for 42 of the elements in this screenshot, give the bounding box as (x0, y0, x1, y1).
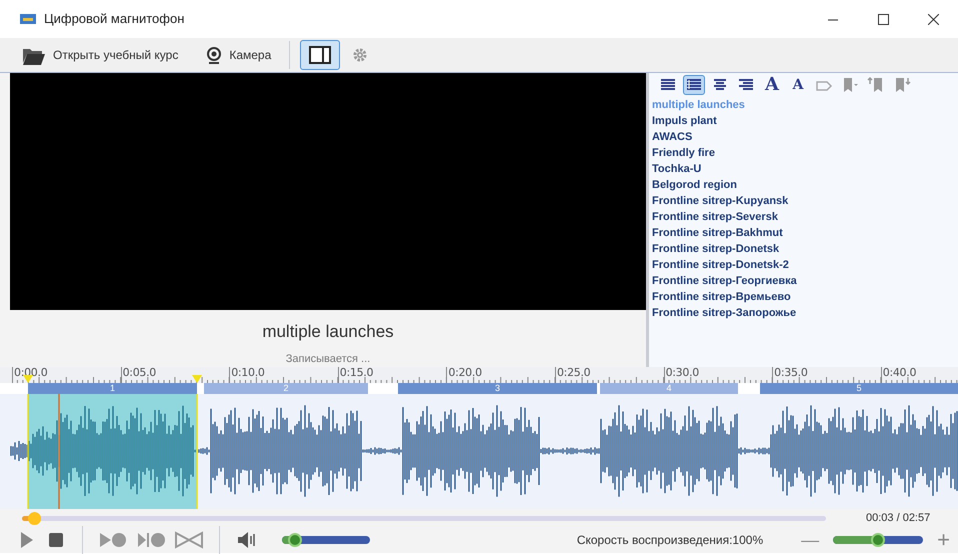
phrase-item[interactable]: Frontline sitrep-Donetsk-2 (649, 257, 958, 273)
selection-marker-icon[interactable] (23, 375, 33, 383)
phrase-item[interactable]: Friendly fire (649, 145, 958, 161)
bookmark-down-icon (893, 76, 911, 94)
webcam-icon (206, 46, 222, 64)
close-icon (928, 14, 938, 24)
window-title: Цифровой магнитофон (44, 10, 184, 28)
phrase-item[interactable]: Impuls plant (649, 113, 958, 129)
volume-thumb[interactable] (288, 533, 302, 547)
phrase-item[interactable]: Frontline sitrep-Запорожье (649, 305, 958, 321)
caption-text: multiple launches (261, 321, 395, 343)
join-button[interactable] (175, 529, 203, 551)
layout-toggle[interactable] (300, 40, 340, 70)
phrase-item[interactable]: Frontline sitrep-Kupyansk (649, 193, 958, 209)
phrase-item[interactable]: Frontline sitrep-Donetsk (649, 241, 958, 257)
phrase-item[interactable]: Frontline sitrep-Seversk (649, 209, 958, 225)
phrase-item[interactable]: Frontline sitrep-Bakhmut (649, 225, 958, 241)
selection-marker-icon[interactable] (192, 375, 202, 383)
recording-status: Записывается ... (284, 352, 372, 366)
phrase-item[interactable]: Frontline sitrep-Георгиевка (649, 273, 958, 289)
phrase-item[interactable]: Frontline sitrep-Времьево (649, 289, 958, 305)
time-display: 00:03 / 02:57 (866, 510, 930, 526)
speed-track[interactable] (833, 536, 924, 544)
volume-button[interactable] (236, 529, 258, 551)
phrase-item[interactable]: Belgorod region (649, 177, 958, 193)
panel-layout-icon (309, 46, 332, 64)
camera-button[interactable]: Камера (198, 40, 280, 70)
phrase-item[interactable]: Tochka-U (649, 161, 958, 177)
open-course-button[interactable]: Открыть учебный курс (14, 40, 186, 70)
font-shrink-button[interactable]: A (787, 75, 809, 95)
speed-thumb[interactable] (871, 533, 886, 547)
bookmark-up-icon (867, 76, 885, 94)
phrase-item[interactable]: AWACS (649, 129, 958, 145)
gear-icon (352, 47, 368, 63)
speed-label: Скорость воспроизведения:100% (576, 532, 764, 549)
justify-button[interactable] (683, 75, 705, 95)
bookmark-menu-icon (841, 76, 859, 94)
progress-thumb[interactable] (28, 512, 42, 524)
maximize-icon (878, 14, 888, 24)
font-grow-button[interactable]: A (761, 75, 783, 95)
app-icon (20, 13, 36, 25)
volume-track[interactable] (282, 536, 370, 544)
